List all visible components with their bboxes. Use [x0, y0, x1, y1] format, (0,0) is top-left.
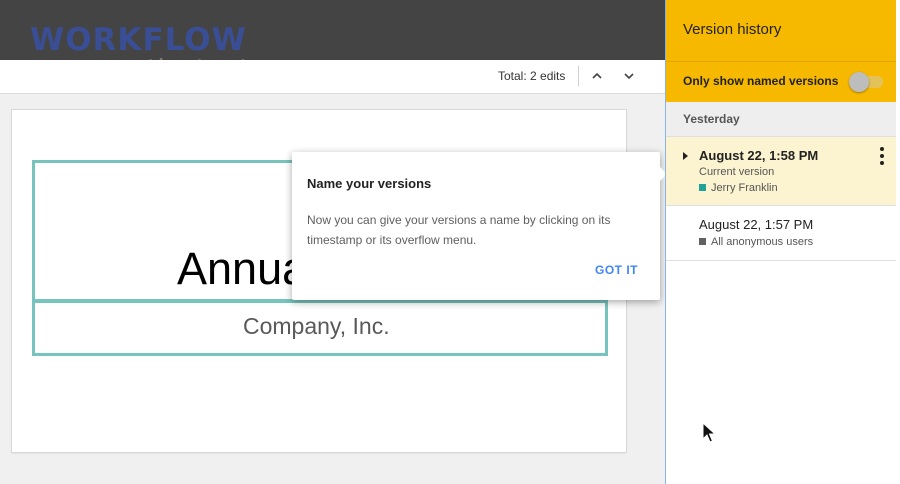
author-name: Jerry Franklin — [711, 182, 778, 194]
version-timestamp[interactable]: August 22, 1:57 PM — [699, 217, 813, 232]
mouse-pointer-icon — [702, 422, 716, 443]
subtitle-placeholder: Company, Inc. — [32, 300, 608, 356]
named-versions-toggle[interactable] — [849, 72, 883, 92]
chevron-up-icon — [592, 72, 602, 79]
previous-edit-button[interactable] — [588, 68, 606, 84]
menu-dot — [880, 161, 884, 165]
slide-subtitle: Company, Inc. — [243, 313, 390, 339]
menu-dot — [880, 154, 884, 158]
version-timestamp[interactable]: August 22, 1:58 PM — [699, 148, 818, 163]
toggle-knob — [849, 72, 869, 92]
app-topbar: WORKFLOW — [0, 0, 665, 60]
section-header-yesterday: Yesterday — [666, 102, 896, 137]
panel-title: Version history — [683, 21, 782, 38]
name-versions-popup: Name your versions Now you can give your… — [292, 152, 667, 300]
version-item[interactable]: August 22, 1:57 PM All anonymous users — [666, 206, 896, 261]
current-version-label: Current version — [699, 166, 775, 178]
section-label: Yesterday — [683, 112, 740, 126]
slide-title: Annua — [177, 243, 308, 294]
popup-body: Now you can give your versions a name by… — [307, 213, 611, 247]
panel-header: Version history Only show named versions — [666, 0, 896, 102]
edits-toolbar: Total: 2 edits — [0, 60, 665, 94]
menu-dot — [880, 147, 884, 151]
got-it-button[interactable]: GOT IT — [595, 263, 638, 277]
author-name: All anonymous users — [711, 236, 814, 248]
author-color-swatch — [699, 238, 706, 245]
watermark-logo: WORKFLOW — [30, 22, 247, 58]
toolbar-divider — [578, 66, 579, 86]
chevron-down-icon — [624, 73, 634, 80]
popup-title: Name your versions — [307, 176, 432, 191]
version-author: All anonymous users — [699, 236, 813, 248]
total-edits-label: Total: 2 edits — [498, 69, 566, 83]
header-divider — [666, 61, 896, 62]
version-history-panel: Version history Only show named versions… — [665, 0, 896, 484]
version-author: Jerry Franklin — [699, 182, 778, 194]
expand-arrow-icon[interactable] — [683, 152, 688, 160]
named-versions-toggle-label: Only show named versions — [683, 74, 839, 88]
next-edit-button[interactable] — [620, 68, 638, 84]
overflow-menu-icon[interactable] — [878, 147, 886, 165]
author-color-swatch — [699, 184, 706, 191]
version-item-current[interactable]: August 22, 1:58 PM Current version Jerry… — [666, 137, 896, 206]
